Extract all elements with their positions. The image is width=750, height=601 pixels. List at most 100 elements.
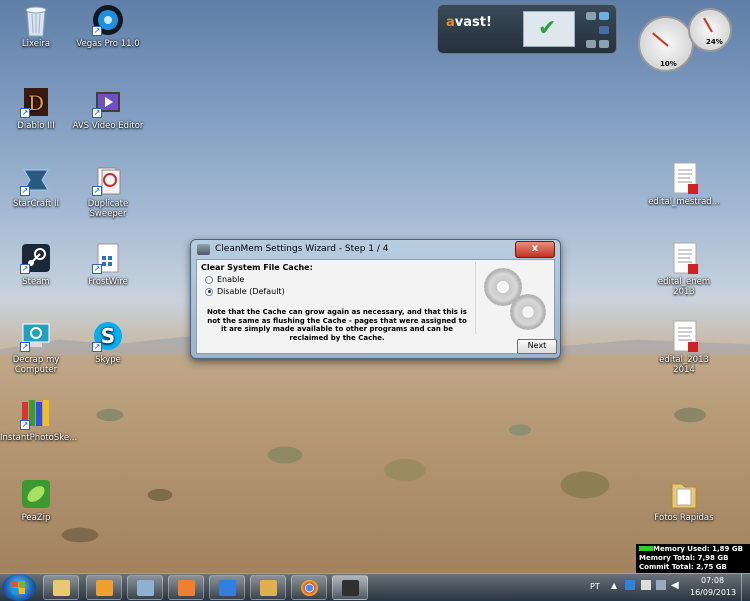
frostwire-icon: ↗	[92, 242, 124, 274]
desktop-icon-fotos-rapidas[interactable]: Fotos Rapidas	[648, 478, 720, 523]
ram-meter-gauge: 24%	[688, 8, 732, 52]
taskbar-explorer[interactable]	[43, 575, 79, 600]
avs-video-editor-icon: ↗	[92, 86, 124, 118]
taskbar-app-h[interactable]	[86, 575, 122, 600]
desktop-icon-avs[interactable]: ↗ AVS Video Editor	[72, 86, 144, 131]
desktop-icon-edital-2013[interactable]: edital_2013 2014	[648, 320, 720, 375]
desktop-icon-edital-mestrado[interactable]: edital_mestrad...	[648, 162, 720, 207]
pdf-file-icon	[668, 162, 700, 194]
close-button[interactable]: x	[515, 241, 555, 258]
desktop-icon-label: Lixeira	[21, 39, 51, 49]
pdf-file-icon	[668, 242, 700, 274]
dialog-title: CleanMem Settings Wizard - Step 1 / 4	[215, 244, 389, 254]
avast-minimize-icon[interactable]	[586, 12, 596, 20]
desktop-icon-steam[interactable]: ↗ Steam	[0, 242, 72, 287]
library-folder-icon	[260, 580, 277, 596]
shortcut-arrow-icon: ↗	[20, 420, 30, 430]
folder-icon	[53, 580, 70, 596]
gauge-needle	[652, 32, 669, 47]
desktop-icon-skype[interactable]: S ↗ Skype	[72, 320, 144, 365]
radio-button-selected-icon[interactable]	[205, 287, 213, 296]
desktop-icon-label: PeaZip	[21, 513, 51, 523]
app-icon	[197, 244, 210, 255]
memory-chip-icon	[342, 580, 359, 596]
facebook-icon[interactable]	[599, 26, 609, 34]
desktop-icon-label: Duplicate Sweeper	[87, 199, 129, 219]
taskbar-chrome[interactable]	[291, 575, 327, 600]
radio-enable[interactable]: Enable	[205, 275, 244, 284]
skype-icon: S ↗	[92, 320, 124, 352]
cleanmem-wizard-dialog: CleanMem Settings Wizard - Step 1 / 4 x …	[190, 239, 561, 359]
desktop-icon-starcraft[interactable]: ↗ StarCraft II	[0, 164, 72, 209]
shortcut-arrow-icon: ↗	[20, 108, 30, 118]
windows-logo-icon	[12, 581, 25, 594]
radio-button-icon[interactable]	[205, 275, 213, 284]
language-indicator[interactable]: PT	[590, 582, 600, 591]
diablo-icon: D ↗	[20, 86, 52, 118]
start-button[interactable]	[2, 574, 36, 601]
peazip-icon	[20, 478, 52, 510]
desktop-icon-label: AVS Video Editor	[72, 121, 144, 131]
desktop-icon-label: Skype	[95, 355, 121, 365]
shortcut-arrow-icon: ↗	[92, 26, 102, 36]
taskbar-cleanmem[interactable]	[332, 575, 368, 600]
media-player-icon	[178, 580, 195, 596]
gears-illustration	[475, 262, 554, 334]
checkmark-icon: ✔	[538, 16, 557, 41]
cpu-meter-gauge: 10%	[638, 16, 694, 72]
tray-expand-icon[interactable]: ▲	[611, 581, 617, 590]
clock-time[interactable]: 07:08	[701, 576, 724, 585]
desktop-icon-label: edital_enem 2013	[657, 277, 711, 297]
twitter-icon[interactable]	[599, 12, 609, 20]
folder-icon	[668, 478, 700, 510]
background-desert	[0, 355, 750, 573]
starcraft-icon: ↗	[20, 164, 52, 196]
info-icon[interactable]	[599, 40, 609, 48]
decrap-icon: ↗	[20, 320, 52, 352]
shortcut-arrow-icon: ↗	[92, 108, 102, 118]
desktop-icon-instantphotosketch[interactable]: ↗ InstantPhotoSke...	[0, 398, 78, 443]
taskbar-library[interactable]	[250, 575, 286, 600]
taskbar-app-3[interactable]	[127, 575, 163, 600]
app-icon	[137, 580, 154, 596]
desktop-icon-decrap[interactable]: ↗ Decrap my Computer	[0, 320, 72, 375]
taskbar-dropbox[interactable]	[209, 575, 245, 600]
shortcut-arrow-icon: ↗	[20, 186, 30, 196]
dialog-body: Clear System File Cache: Enable Disable …	[196, 259, 557, 354]
show-desktop-button[interactable]	[741, 574, 750, 601]
memory-total-text: Memory Total: 7,98 GB	[639, 554, 729, 562]
avast-gadget[interactable]: avast! ✔	[437, 4, 617, 54]
next-button[interactable]: Next	[517, 339, 557, 354]
desktop-icon-frostwire[interactable]: ↗ FrostWire	[72, 242, 144, 287]
volume-tray-icon[interactable]: ◀	[671, 580, 679, 591]
cpu-usage-label: 10%	[660, 60, 677, 68]
recycle-bin-icon	[20, 4, 52, 37]
avast-logo: avast!	[446, 15, 492, 30]
svg-text:S: S	[101, 324, 115, 348]
desktop-icon-label: Fotos Rapidas	[654, 513, 714, 523]
clock-date[interactable]: 16/09/2013	[690, 588, 736, 597]
duplicate-sweeper-icon: ↗	[92, 164, 124, 196]
ram-usage-label: 24%	[706, 38, 723, 46]
desktop-icon-label: edital_mestrad...	[648, 197, 720, 207]
dropbox-tray-icon[interactable]	[625, 580, 635, 590]
desktop-icon-label: Steam	[22, 277, 50, 287]
desktop-icon-edital-enem[interactable]: edital_enem 2013	[648, 242, 720, 297]
desktop-icon-duplicate-sweeper[interactable]: ↗ Duplicate Sweeper	[72, 164, 144, 219]
flag-tray-icon[interactable]	[641, 580, 651, 590]
steam-icon: ↗	[20, 242, 52, 274]
dropbox-icon	[219, 580, 236, 596]
gear-icon	[510, 294, 546, 330]
desktop-icon-label: InstantPhotoSke...	[0, 433, 78, 443]
desktop-icon-peazip[interactable]: PeaZip	[0, 478, 72, 523]
vegas-pro-icon: ↗	[92, 4, 124, 36]
settings-icon[interactable]	[586, 40, 596, 48]
desktop-icon-lixeira[interactable]: Lixeira	[0, 4, 72, 49]
desktop-icon-vegas[interactable]: ↗ Vegas Pro 11.0	[72, 4, 144, 49]
desktop-icon-diablo[interactable]: D ↗ Diablo III	[0, 86, 72, 131]
network-tray-icon[interactable]	[656, 580, 666, 590]
taskbar-media-player[interactable]	[168, 575, 204, 600]
radio-disable-default[interactable]: Disable (Default)	[205, 287, 285, 296]
section-heading: Clear System File Cache:	[201, 263, 313, 272]
pencils-icon: ↗	[20, 398, 52, 430]
